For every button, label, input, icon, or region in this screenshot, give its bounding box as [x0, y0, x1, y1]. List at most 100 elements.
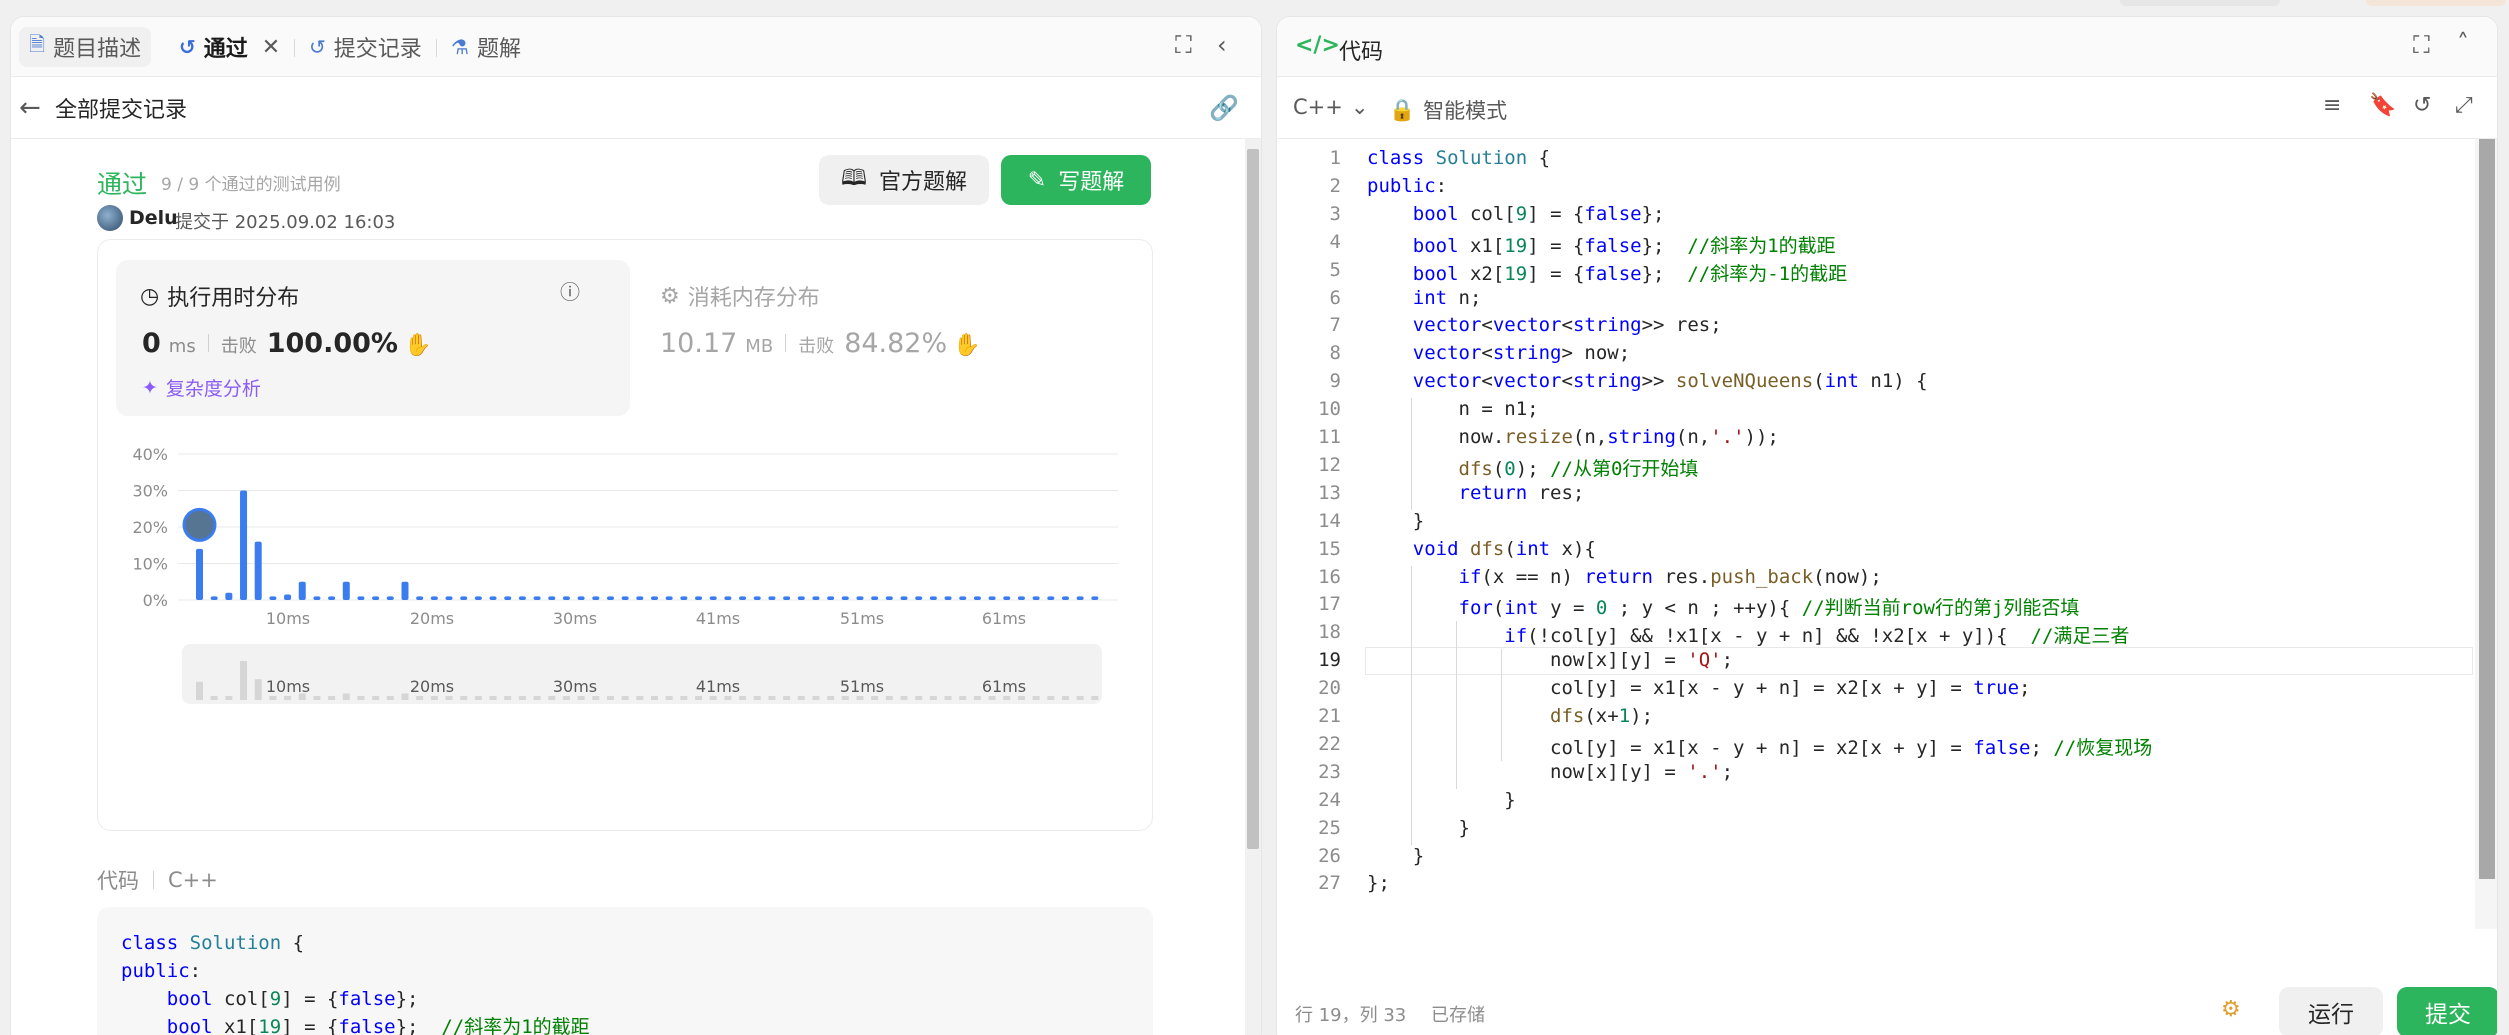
chart-bar	[1091, 596, 1099, 600]
preview-code-line: bool x1[19] = {false}; //斜率为1的截距	[166, 1016, 590, 1035]
chart-bar	[328, 596, 336, 600]
chart-bar	[430, 596, 438, 600]
range-bar	[636, 696, 644, 700]
code-line: now[x][y] = '.';	[1367, 760, 1734, 783]
user-name[interactable]: Delu	[129, 207, 178, 229]
all-submissions-link[interactable]: 全部提交记录	[55, 92, 187, 124]
x-tick-label: 10ms	[266, 609, 310, 628]
indent-guide	[1456, 621, 1457, 789]
write-solution-button[interactable]: ✎ 写题解	[1001, 155, 1151, 205]
code-line: col[y] = x1[x - y + n] = x2[x + y] = tru…	[1367, 677, 2031, 700]
chart-bar	[489, 596, 497, 600]
official-solution-button[interactable]: 🕮 官方题解	[819, 155, 989, 205]
scrollbar-thumb[interactable]	[1247, 149, 1259, 849]
clap-icon: ✋	[953, 333, 981, 358]
link-icon[interactable]: 🔗	[1209, 94, 1239, 122]
tab-submissions[interactable]: ↺ 提交记录	[299, 27, 432, 67]
range-bar	[240, 661, 248, 700]
code-editor[interactable]: 1 class Solution {2 public: 3 bool col[9] =…	[1277, 139, 2475, 989]
submission-subheader: ← 全部提交记录 🔗	[11, 77, 1261, 139]
x-tick-label: 20ms	[410, 609, 454, 628]
memory-value: 10.17	[660, 328, 738, 359]
smart-mode-toggle[interactable]: 🔒 智能模式	[1389, 95, 1507, 125]
line-number: 1	[1329, 147, 1341, 169]
runtime-distribution-chart[interactable]: 40% 30% 20% 10% 0% 10ms 20ms 30ms 41ms 51ms 61ms 10…	[118, 430, 1134, 820]
chart-bar	[357, 596, 365, 600]
memory-beat-value: 84.82%	[844, 328, 948, 359]
tab-divider	[436, 39, 437, 57]
chart-bar	[871, 596, 879, 600]
language-select[interactable]: C++ ⌄	[1293, 95, 1368, 119]
line-number: 20	[1318, 677, 1341, 700]
debug-icon[interactable]: ⚙	[2221, 997, 2241, 1022]
document-icon: 🗎	[29, 32, 46, 56]
chevron-up-icon[interactable]: ˄	[2457, 29, 2469, 57]
run-button[interactable]: 运行	[2279, 987, 2383, 1035]
line-number: 2	[1329, 174, 1341, 197]
maximize-icon[interactable]: ⛶	[1175, 31, 1192, 59]
range-bar	[900, 696, 908, 700]
scrollbar[interactable]	[1245, 139, 1261, 1035]
range-bar	[753, 696, 761, 700]
info-icon[interactable]: ⓘ	[560, 276, 580, 305]
chevron-left-icon[interactable]: ‹	[1217, 31, 1227, 59]
chart-bar	[885, 596, 893, 600]
code-line: vector<string> now;	[1412, 342, 1631, 365]
fullscreen-icon[interactable]: ⤢	[2455, 93, 2473, 118]
line-number: 26	[1318, 844, 1341, 867]
code-line: bool x2[19] = {false}; //斜率为-1的截距	[1412, 262, 1848, 285]
line-number: 16	[1318, 565, 1341, 588]
chart-bar	[298, 581, 306, 600]
line-number: 27	[1318, 872, 1341, 895]
range-bar	[577, 696, 585, 700]
submit-time: 提交于 2025.09.02 16:03	[175, 212, 396, 233]
submit-button[interactable]: 提交	[2397, 987, 2497, 1035]
chart-bar	[342, 581, 350, 600]
y-tick-label: 40%	[132, 445, 168, 464]
chart-bar	[533, 596, 541, 600]
range-bar	[372, 696, 380, 700]
format-icon[interactable]: ≡	[2323, 93, 2341, 118]
line-number: 12	[1318, 453, 1341, 476]
reset-icon[interactable]: ↺	[2413, 93, 2431, 118]
range-tick-label: 20ms	[410, 677, 454, 696]
chart-bar	[1076, 596, 1084, 600]
memory-beat-label: 击败	[798, 336, 835, 357]
close-icon[interactable]: ✕	[262, 35, 280, 60]
range-bar	[489, 696, 497, 700]
complexity-analysis-link[interactable]: 复杂度分析	[166, 374, 261, 401]
status-label: 通过	[97, 170, 148, 199]
range-tick-label: 41ms	[696, 677, 740, 696]
code-line: now.resize(n,string(n,'.'));	[1367, 426, 1779, 448]
range-bar	[533, 696, 541, 700]
range-bar	[695, 696, 703, 700]
maximize-icon[interactable]: ⛶	[2413, 31, 2430, 59]
chart-bar	[210, 596, 218, 600]
chart-bar	[841, 596, 849, 600]
runtime-value: 0	[142, 328, 161, 359]
chart-bar	[739, 596, 747, 600]
code-line: vector<vector<string>> solveNQueens(int …	[1412, 370, 1928, 393]
range-tick-label: 61ms	[982, 677, 1026, 696]
code-editor-panel: </> 代码 ⛶ ˄ C++ ⌄ 🔒 智能模式 ≡ 🔖 ↺ ⤢ 1 class S…	[1276, 16, 2498, 1035]
memory-box[interactable]: ⚙ 消耗内存分布 10.17 MB 击败 84.82% ✋	[650, 260, 1130, 416]
y-tick-label: 0%	[143, 591, 168, 610]
range-bar	[1032, 696, 1040, 700]
indent-guide	[1501, 649, 1502, 761]
range-bar	[592, 696, 600, 700]
range-bar	[783, 696, 791, 700]
back-arrow-icon[interactable]: ←	[19, 93, 41, 123]
sparkle-icon: ✦	[142, 376, 158, 399]
tab-accepted[interactable]: ↺ 通过 ✕	[169, 27, 290, 67]
bookmark-icon[interactable]: 🔖	[2369, 93, 2396, 118]
line-number: 6	[1329, 286, 1341, 309]
preview-code-line: bool col[9] = {false};	[166, 988, 419, 1010]
tab-description[interactable]: 🗎 题目描述	[19, 27, 152, 67]
editor-scrollbar-thumb[interactable]	[2479, 139, 2495, 879]
editor-scrollbar[interactable]	[2475, 139, 2497, 929]
code-line: bool x1[19] = {false}; //斜率为1的截距	[1412, 234, 1836, 257]
range-tick-label: 10ms	[266, 677, 310, 696]
tab-solutions[interactable]: ⚗ 题解	[441, 27, 531, 67]
runtime-box[interactable]: ◷ 执行用时分布 ⓘ 0 ms 击败 100.00% ✋ ✦ 复杂度分析	[116, 260, 630, 416]
range-bar	[885, 696, 893, 700]
